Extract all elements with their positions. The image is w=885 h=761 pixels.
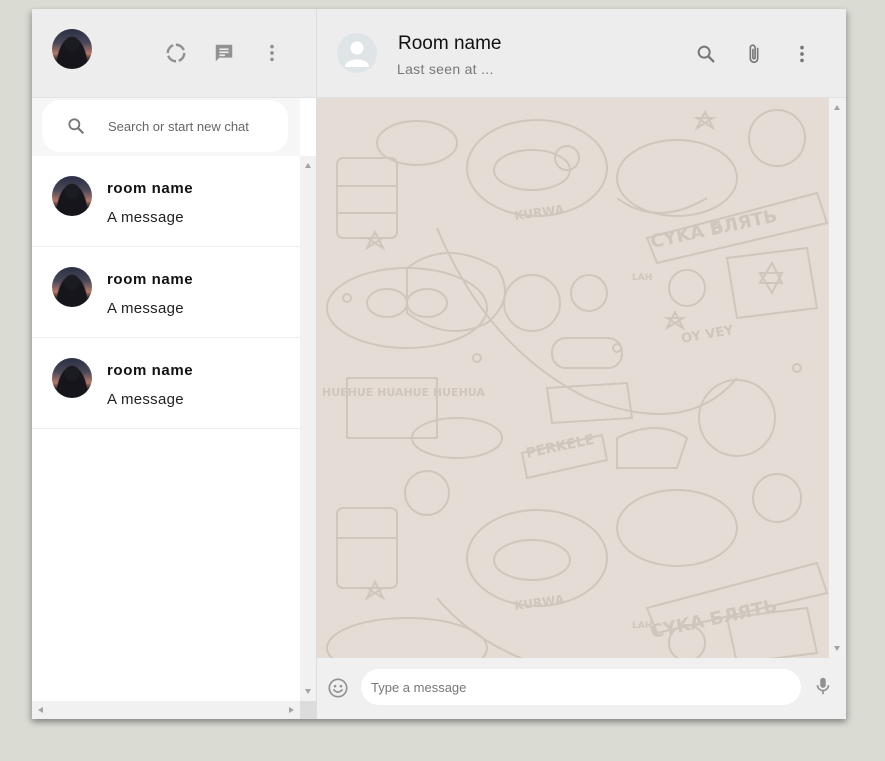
sidebar: room name A message room name A message … (32, 9, 317, 719)
chat-header: Room name Last seen at ... (317, 9, 846, 98)
mic-icon[interactable] (812, 675, 836, 699)
sidebar-header (32, 9, 316, 98)
room-title: Room name (398, 33, 502, 54)
search-box (42, 100, 288, 152)
new-chat-icon[interactable] (212, 41, 236, 65)
chat-panel: Room name Last seen at ... KURWA CYKA БЛ… (317, 9, 846, 719)
menu-dots-icon[interactable] (790, 42, 814, 66)
user-avatar[interactable] (52, 29, 92, 69)
last-message: A message (107, 391, 184, 408)
room-name: room name (107, 362, 194, 379)
last-seen-text: Last seen at ... (397, 61, 494, 77)
room-avatar (52, 176, 92, 216)
chat-list: room name A message room name A message … (32, 156, 300, 429)
sidebar-horizontal-scrollbar[interactable] (32, 701, 300, 719)
chat-list-item[interactable]: room name A message (32, 338, 300, 429)
sidebar-vertical-scrollbar[interactable] (300, 156, 316, 701)
doodle-text: LAH (632, 621, 652, 631)
room-name: room name (107, 180, 194, 197)
room-avatar (52, 267, 92, 307)
chat-list-item[interactable]: room name A message (32, 247, 300, 338)
scroll-down-arrow-icon[interactable] (834, 646, 840, 651)
room-name: room name (107, 271, 194, 288)
doodle-text: KURWA (513, 592, 565, 613)
default-avatar-icon[interactable] (337, 33, 377, 73)
chat-messages-area: KURWA CYKA БЛЯТЬ HUEHUE HUAHUE HUEHUA PE… (317, 98, 829, 658)
doodle-text: OY VEY (680, 323, 735, 347)
chat-list-item[interactable]: room name A message (32, 156, 300, 247)
attach-icon[interactable] (742, 42, 766, 66)
last-message: A message (107, 209, 184, 226)
scroll-up-arrow-icon[interactable] (834, 105, 840, 110)
chat-app-window: room name A message room name A message … (32, 9, 846, 719)
doodle-text: LAH (632, 273, 652, 283)
doodle-background: KURWA CYKA БЛЯТЬ HUEHUE HUAHUE HUEHUA PE… (322, 109, 829, 658)
message-composer (317, 658, 846, 719)
message-input[interactable] (361, 669, 801, 705)
search-icon[interactable] (694, 42, 718, 66)
scroll-down-arrow-icon[interactable] (305, 689, 311, 694)
doodle-text: HUEHUE HUAHUE HUEHUA (322, 386, 485, 399)
chat-vertical-scrollbar[interactable] (829, 98, 846, 658)
emoji-icon[interactable] (327, 677, 351, 701)
last-message: A message (107, 300, 184, 317)
status-icon[interactable] (164, 41, 188, 65)
search-bar-container (32, 98, 300, 156)
search-icon[interactable] (66, 116, 86, 136)
doodle-text: KURWA (513, 202, 565, 223)
menu-dots-icon[interactable] (260, 41, 284, 65)
scroll-up-arrow-icon[interactable] (305, 163, 311, 168)
scroll-right-arrow-icon[interactable] (289, 707, 294, 713)
room-avatar (52, 358, 92, 398)
scrollbar-corner (300, 701, 316, 719)
doodle-text: PERKELE (525, 432, 596, 462)
scroll-left-arrow-icon[interactable] (38, 707, 43, 713)
search-input[interactable] (106, 117, 280, 135)
